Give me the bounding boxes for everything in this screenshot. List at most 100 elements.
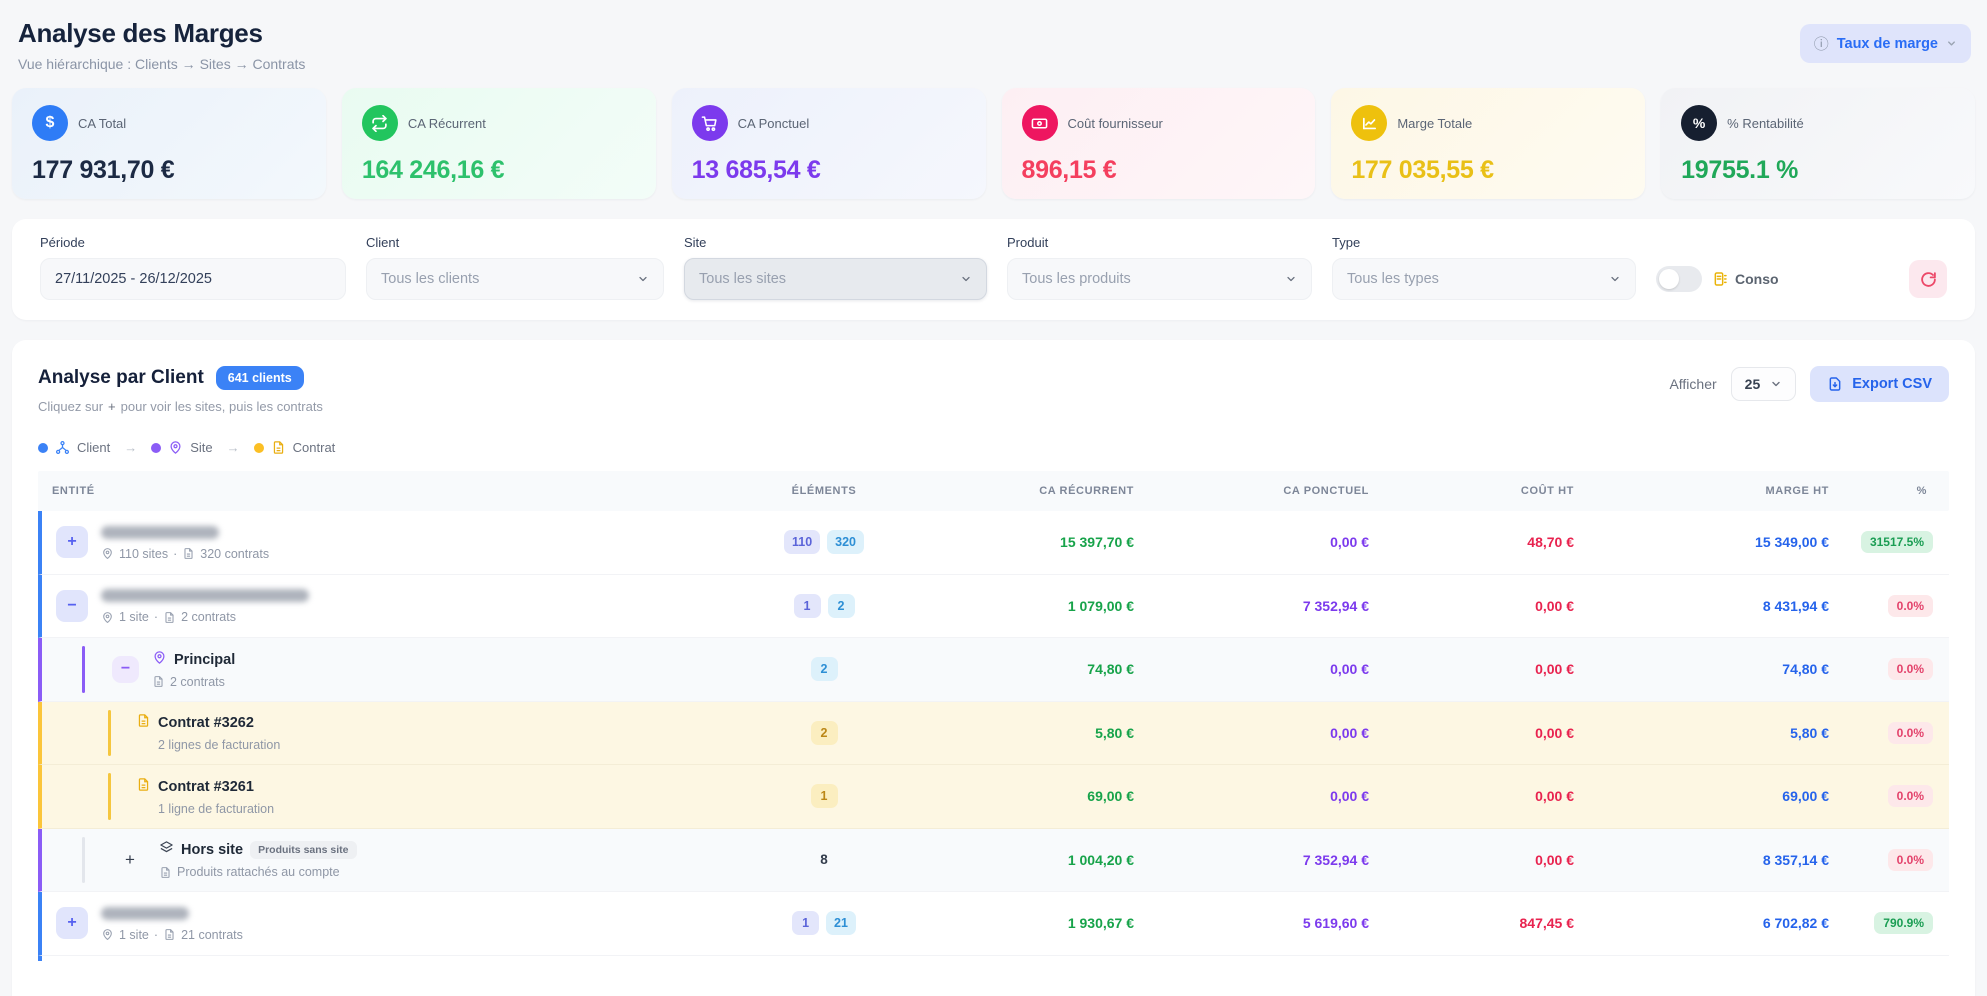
client-subline: 1 site · 21 contrats (101, 928, 243, 942)
kpi-card-ca-total: $ CA Total 177 931,70 € (12, 88, 326, 199)
type-select[interactable]: Tous les types (1332, 258, 1636, 300)
hint-suffix: pour voir les sites, puis les contrats (121, 399, 323, 414)
horssite-title: Hors site (181, 842, 243, 858)
page: Analyse des Marges Vue hiérarchique : Cl… (0, 0, 1987, 996)
elements-badge: 21 (826, 911, 856, 935)
legend-arrow: → (119, 440, 142, 455)
chevron-down-icon (960, 273, 972, 285)
periode-date-input[interactable]: 27/11/2025 - 26/12/2025 (40, 258, 346, 300)
pin-icon (101, 928, 114, 941)
kpi-value: 896,15 € (1022, 156, 1296, 185)
filter-client: Client Tous les clients (366, 235, 664, 300)
indent-guide (82, 837, 85, 884)
page-size-select[interactable]: 25 (1731, 367, 1797, 401)
produit-select[interactable]: Tous les produits (1007, 258, 1312, 300)
doc-icon (152, 675, 165, 688)
indent-guide (108, 710, 111, 757)
filter-periode: Période 27/11/2025 - 26/12/2025 (40, 235, 346, 300)
indent-guide (82, 646, 85, 693)
pin-icon (101, 611, 114, 624)
cout-ht-cell: 847,45 € (1369, 915, 1574, 931)
kpi-card-ca-ponctuel: CA Ponctuel 13 685,54 € (672, 88, 986, 199)
pct-badge: 0.0% (1888, 785, 1933, 807)
legend-contrat: Contrat (254, 440, 336, 455)
col-cout-ht: COÛT HT (1369, 485, 1574, 497)
elements-badge: 1 (792, 911, 819, 935)
download-icon (1827, 376, 1843, 392)
ca-recurrent-cell: 1 079,00 € (899, 598, 1134, 614)
filter-produit-label: Produit (1007, 235, 1312, 250)
conso-toggle-group: Conso (1656, 258, 1779, 300)
cout-ht-cell: 0,00 € (1369, 725, 1574, 741)
ca-ponctuel-cell: 0,00 € (1134, 725, 1369, 741)
contract-subline: 2 lignes de facturation (158, 738, 280, 752)
info-icon: ⓘ (1814, 33, 1829, 54)
expand-client-button[interactable]: − (56, 590, 88, 622)
kpi-value: 177 931,70 € (32, 156, 306, 185)
analysis-table: ENTITÉ ÉLÉMENTS CA RÉCURRENT CA PONCTUEL… (38, 471, 1949, 961)
col-ca-recurrent: CA RÉCURRENT (899, 485, 1134, 497)
elements-badge: 320 (827, 530, 864, 554)
client-select[interactable]: Tous les clients (366, 258, 664, 300)
contract-subline: 1 ligne de facturation (158, 802, 274, 816)
site-select-value: Tous les sites (699, 271, 786, 287)
page-header-left: Analyse des Marges Vue hiérarchique : Cl… (18, 18, 305, 72)
filter-produit: Produit Tous les produits (1007, 235, 1312, 300)
expand-horssite-button[interactable]: + (114, 844, 146, 876)
elements-cell: 1 (749, 784, 899, 808)
entity-cell: + 1 site · 21 contrats (42, 905, 749, 942)
sites-count: 110 sites (119, 547, 168, 561)
ca-recurrent-cell: 69,00 € (899, 788, 1134, 804)
afficher-label: Afficher (1669, 376, 1716, 392)
pct-badge: 0.0% (1888, 722, 1933, 744)
doc-icon (136, 713, 151, 728)
expand-site-button[interactable]: − (112, 656, 139, 683)
chevron-down-icon (1609, 273, 1621, 285)
contrats-count: 2 contrats (181, 610, 236, 624)
client-name-redacted (101, 589, 309, 602)
expand-client-button[interactable]: + (56, 526, 88, 558)
site-dot (151, 443, 161, 453)
filter-site: Site Tous les sites (684, 235, 987, 300)
refresh-button[interactable] (1909, 260, 1947, 298)
type-select-value: Tous les types (1347, 271, 1439, 287)
marge-ht-cell: 15 349,00 € (1574, 534, 1829, 550)
table-row-site: − Principal 2 contrats 2 74,80 € 0,00 € … (38, 638, 1949, 702)
pin-icon (152, 650, 167, 665)
ca-ponctuel-cell: 5 619,60 € (1134, 915, 1369, 931)
pct-badge: 31517.5% (1861, 531, 1933, 553)
ca-ponctuel-cell: 7 352,94 € (1134, 598, 1369, 614)
cout-ht-cell: 0,00 € (1369, 852, 1574, 868)
taux-de-marge-button[interactable]: ⓘ Taux de marge (1800, 24, 1971, 63)
layers-icon (159, 840, 174, 855)
kpi-value: 164 246,16 € (362, 156, 636, 185)
legend-client: Client (38, 440, 110, 455)
horssite-info: Hors site Produits sans site Produits ra… (159, 840, 357, 879)
expand-client-button[interactable]: + (56, 907, 88, 939)
contrat-dot (254, 443, 264, 453)
contract-info: Contrat #3262 2 lignes de facturation (136, 713, 280, 752)
elements-cell: 8 (749, 847, 899, 872)
kpi-label: CA Récurrent (408, 116, 486, 131)
marge-ht-cell: 69,00 € (1574, 788, 1829, 804)
elements-cell: 12 (749, 594, 899, 618)
conso-label-group: Conso (1712, 271, 1779, 287)
filter-periode-label: Période (40, 235, 346, 250)
pin-icon (101, 547, 114, 560)
filters-bar: Période 27/11/2025 - 26/12/2025 Client T… (12, 219, 1975, 320)
doc-icon (159, 866, 172, 879)
page-header: Analyse des Marges Vue hiérarchique : Cl… (12, 14, 1975, 72)
export-csv-button[interactable]: Export CSV (1810, 366, 1949, 402)
conso-label: Conso (1735, 271, 1779, 287)
conso-toggle[interactable] (1656, 266, 1702, 292)
kpi-value: 19755.1 % (1681, 156, 1955, 185)
site-select[interactable]: Tous les sites (684, 258, 987, 300)
entity-cell: Contrat #3262 2 lignes de facturation (42, 713, 749, 752)
repeat-icon (362, 105, 398, 141)
client-info: 1 site · 2 contrats (101, 587, 309, 624)
cart-icon (692, 105, 728, 141)
client-dot (38, 443, 48, 453)
contrats-count: 21 contrats (181, 928, 243, 942)
site-title: Principal (174, 652, 235, 668)
col-elements: ÉLÉMENTS (749, 485, 899, 497)
